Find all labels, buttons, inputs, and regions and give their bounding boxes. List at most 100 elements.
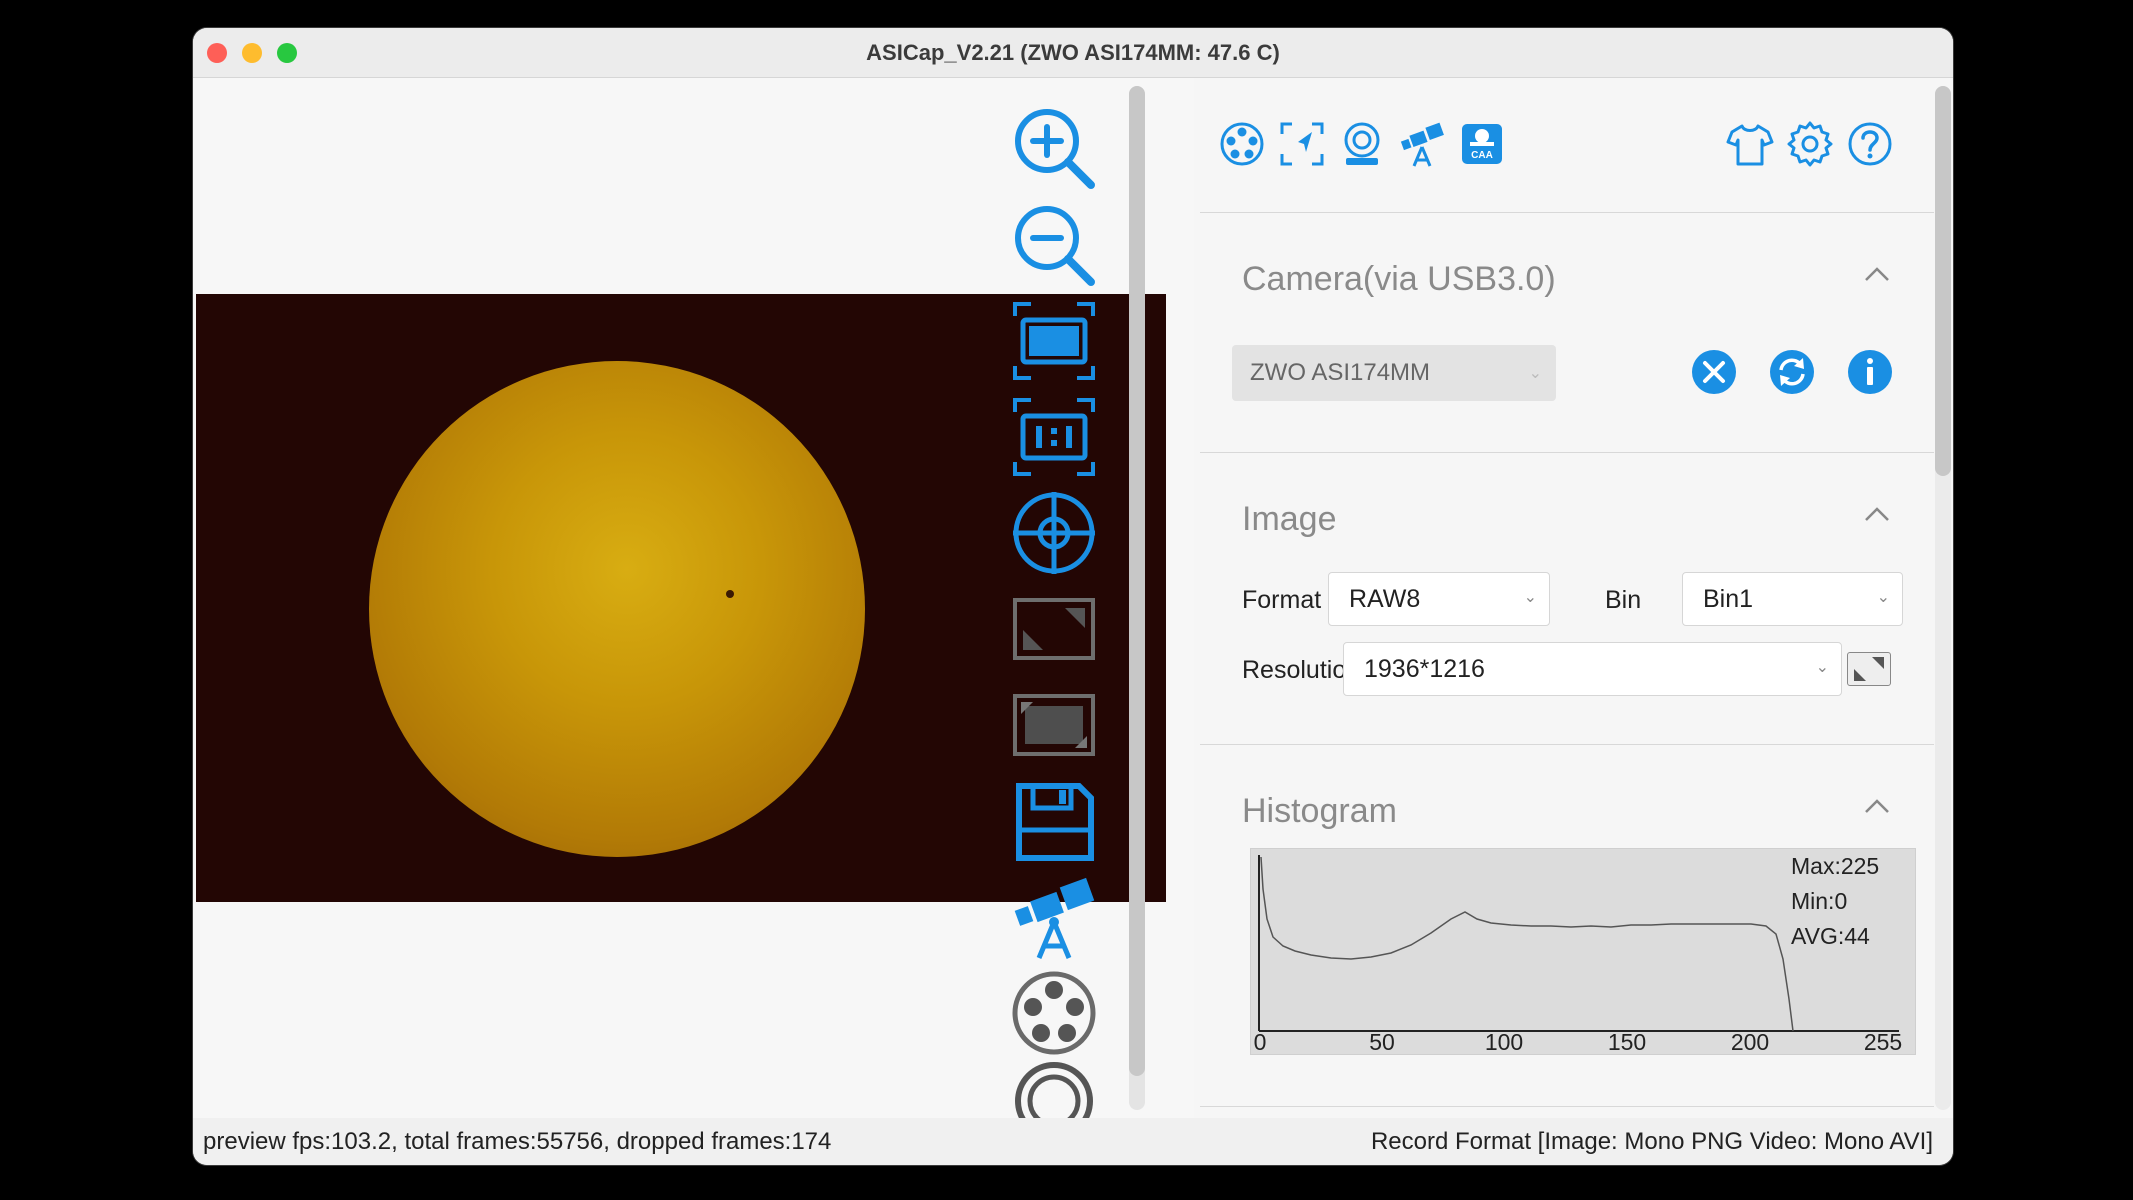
chevron-down-icon: ⌄	[1528, 365, 1542, 382]
help-icon	[1848, 122, 1892, 166]
divider	[1200, 212, 1934, 213]
full-frame-button[interactable]	[1011, 682, 1097, 768]
format-select[interactable]: RAW8 ⌄	[1328, 572, 1550, 626]
info-icon	[1848, 350, 1892, 394]
telescope-tool-button[interactable]	[1398, 120, 1446, 168]
format-label: Format	[1242, 586, 1322, 614]
histogram-avg: AVG:44	[1791, 923, 1870, 949]
histogram-tick: 200	[1730, 1029, 1770, 1055]
fit-window-button[interactable]	[1011, 298, 1097, 384]
zoom-in-icon	[1015, 109, 1095, 189]
divider	[1200, 1106, 1934, 1107]
preview-pane	[193, 78, 1194, 1118]
chevron-down-icon: ⌄	[1876, 589, 1890, 606]
disconnect-camera-button[interactable]	[1690, 348, 1738, 396]
divider	[1200, 744, 1934, 745]
skin-button[interactable]	[1726, 120, 1774, 168]
telescope-icon	[1400, 122, 1444, 167]
fit-window-icon	[1013, 302, 1095, 380]
zoom-in-button[interactable]	[1011, 105, 1097, 191]
record-format: Record Format [Image: Mono PNG Video: Mo…	[1370, 1128, 1933, 1155]
image-section-title[interactable]: Image	[1242, 500, 1337, 539]
skin-icon	[1726, 124, 1774, 166]
histogram-collapse-button[interactable]	[1862, 792, 1892, 822]
top-toolbar: CAA	[1194, 78, 1953, 188]
zoom-out-icon	[1015, 206, 1095, 286]
help-button[interactable]	[1846, 120, 1894, 168]
caa-tool-button[interactable]: CAA	[1458, 120, 1506, 168]
actual-size-icon	[1013, 398, 1095, 476]
histogram-curve	[1260, 856, 1794, 1032]
close-circle-icon	[1692, 350, 1736, 394]
preview-stats: preview fps:103.2, total frames:55756, d…	[203, 1128, 832, 1155]
bin-select[interactable]: Bin1 ⌄	[1682, 572, 1903, 626]
save-button[interactable]	[1011, 778, 1097, 864]
histogram-tick: 0	[1253, 1029, 1267, 1055]
histogram-tick: 50	[1369, 1029, 1395, 1055]
focuser-icon	[1344, 122, 1380, 165]
histogram-chart: Max:225 Min:0 AVG:44 0 50 100 150 200 25…	[1250, 848, 1916, 1055]
histogram-plot	[1258, 855, 1899, 1032]
control-panel: CAA Camera(via USB3.0) ZWO ASI174MM ⌄ Im…	[1194, 78, 1953, 1118]
crosshair-button[interactable]	[1011, 490, 1097, 576]
histogram-tick: 150	[1607, 1029, 1647, 1055]
camera-select-value: ZWO ASI174MM	[1250, 359, 1431, 386]
settings-button[interactable]	[1786, 120, 1834, 168]
sunspot	[726, 590, 734, 598]
chevron-up-icon	[1865, 267, 1889, 281]
filter-wheel-button[interactable]	[1011, 970, 1097, 1056]
image-collapse-button[interactable]	[1862, 500, 1892, 530]
bin-select-value: Bin1	[1703, 585, 1754, 613]
save-icon	[1016, 783, 1094, 861]
telescope-button[interactable]	[1011, 874, 1097, 960]
chevron-up-icon	[1865, 799, 1889, 813]
filter-wheel-icon	[1220, 122, 1264, 166]
app-window: ASICap_V2.21 (ZWO ASI174MM: 47.6 C) CAA …	[193, 28, 1953, 1165]
preview-toolbar-scrollbar[interactable]	[1129, 86, 1145, 1110]
histogram-section-title[interactable]: Histogram	[1242, 792, 1397, 831]
guide-tool-button[interactable]	[1278, 120, 1326, 168]
camera-select[interactable]: ZWO ASI174MM ⌄	[1232, 345, 1556, 401]
focuser-icon	[1015, 1062, 1093, 1118]
filter-wheel-tool-button[interactable]	[1218, 120, 1266, 168]
histogram-max: Max:225	[1791, 853, 1880, 879]
roi-select-button[interactable]	[1847, 652, 1891, 686]
format-select-value: RAW8	[1349, 585, 1421, 613]
refresh-camera-button[interactable]	[1768, 348, 1816, 396]
caa-label: CAA	[1471, 150, 1493, 161]
preview-toolbar	[993, 78, 1113, 1118]
title-bar: ASICap_V2.21 (ZWO ASI174MM: 47.6 C)	[193, 28, 1953, 78]
histogram-min: Min:0	[1791, 888, 1848, 914]
roi-icon	[1854, 657, 1884, 681]
refresh-icon	[1770, 350, 1814, 394]
telescope-icon	[1014, 877, 1095, 959]
divider	[1200, 452, 1934, 453]
camera-collapse-button[interactable]	[1862, 260, 1892, 290]
roi-button[interactable]	[1011, 586, 1097, 672]
chevron-up-icon	[1865, 507, 1889, 521]
chevron-down-icon: ⌄	[1523, 589, 1537, 606]
camera-info-button[interactable]	[1846, 348, 1894, 396]
histogram-tick: 100	[1484, 1029, 1524, 1055]
full-frame-icon	[1013, 694, 1095, 756]
status-bar: preview fps:103.2, total frames:55756, d…	[193, 1118, 1953, 1165]
camera-section-title[interactable]: Camera(via USB3.0)	[1242, 260, 1556, 299]
settings-icon	[1787, 121, 1833, 167]
control-panel-scrollbar[interactable]	[1935, 86, 1951, 1110]
focuser-button[interactable]	[1011, 1058, 1097, 1118]
histogram-tick: 255	[1863, 1029, 1903, 1055]
resolution-select[interactable]: 1936*1216 ⌄	[1343, 642, 1842, 696]
guide-icon	[1280, 122, 1324, 166]
zoom-out-button[interactable]	[1011, 202, 1097, 288]
sun-disk	[369, 361, 865, 857]
bin-label: Bin	[1605, 586, 1642, 614]
actual-size-button[interactable]	[1011, 394, 1097, 480]
scrollbar-thumb[interactable]	[1935, 86, 1951, 476]
chevron-down-icon: ⌄	[1815, 659, 1829, 676]
focuser-tool-button[interactable]	[1338, 120, 1386, 168]
crosshair-icon	[1013, 492, 1095, 574]
window-title: ASICap_V2.21 (ZWO ASI174MM: 47.6 C)	[866, 40, 1280, 65]
filter-wheel-icon	[1012, 971, 1096, 1055]
roi-icon	[1013, 598, 1095, 660]
scrollbar-thumb[interactable]	[1129, 86, 1145, 1076]
